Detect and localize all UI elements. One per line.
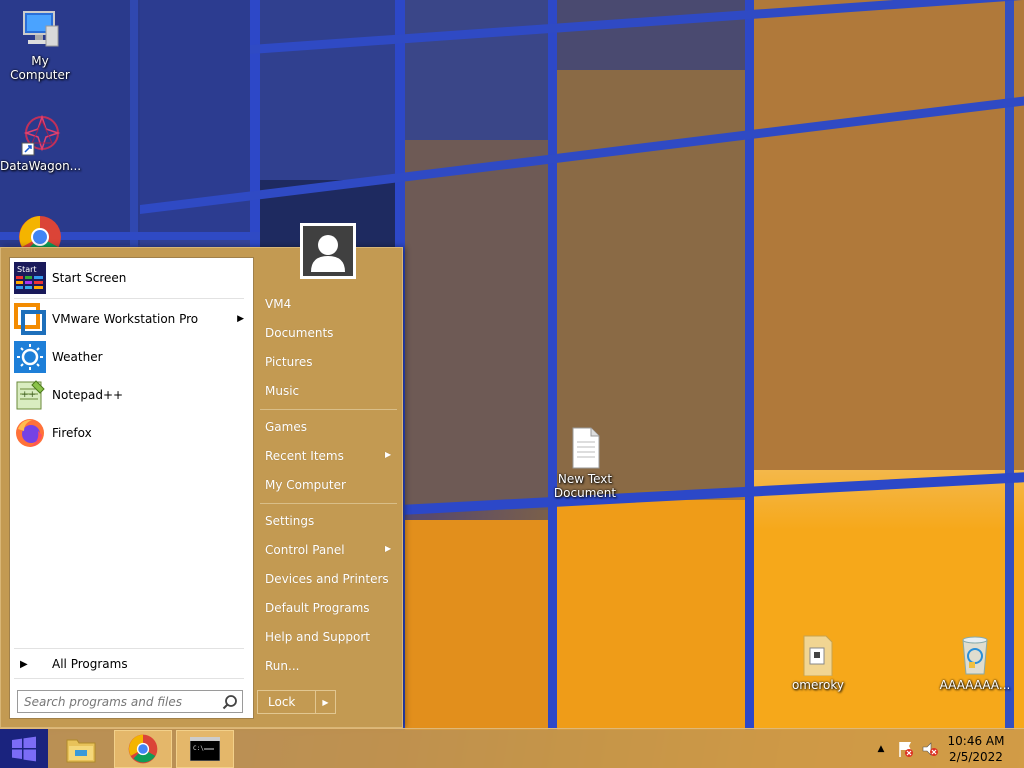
search-placeholder: Search programs and files	[24, 694, 182, 709]
text-file-icon	[563, 426, 607, 470]
clock-date: 2/5/2022	[949, 750, 1003, 764]
file-explorer-icon	[66, 739, 96, 763]
divider	[14, 648, 244, 649]
svg-text:Start: Start	[17, 265, 37, 274]
menu-item-run[interactable]: Run...	[265, 659, 299, 673]
desktop-icon-label: AAAAAAA...	[939, 678, 1011, 692]
menu-item-my-computer[interactable]: My Computer	[265, 478, 346, 492]
recycle-bin-icon	[953, 632, 997, 676]
taskbar-file-explorer[interactable]	[58, 730, 104, 768]
action-center-flag-icon[interactable]	[894, 730, 918, 768]
divider	[260, 503, 397, 504]
submenu-arrow-icon: ▶	[385, 450, 392, 459]
taskbar: C:\ ▲ 10:46 AM 2/5/2022	[0, 728, 1024, 768]
lock-label: Lock	[268, 695, 296, 709]
search-icon[interactable]	[222, 694, 238, 710]
taskbar-command-prompt[interactable]: C:\	[176, 730, 234, 768]
search-input[interactable]: Search programs and files	[17, 690, 243, 713]
program-firefox[interactable]: Firefox	[14, 415, 250, 451]
program-notepadpp[interactable]: ++ Notepad++	[14, 377, 250, 413]
folder-icon	[796, 632, 840, 677]
program-vmware-workstation-pro[interactable]: VMware Workstation Pro ▶	[14, 301, 250, 337]
program-weather[interactable]: Weather	[14, 339, 250, 375]
desktop-icon-chrome[interactable]	[0, 215, 80, 247]
divider	[14, 298, 244, 299]
desktop-icon-label: omeroky	[791, 678, 845, 692]
clock-time: 10:46 AM	[947, 734, 1005, 748]
all-programs-label: All Programs	[52, 657, 128, 671]
submenu-arrow-icon: ▶	[237, 314, 244, 324]
divider	[14, 678, 244, 679]
menu-item-games[interactable]: Games	[265, 420, 307, 434]
start-menu-programs-pane: Start Start Screen VMware Workstation Pr…	[9, 257, 254, 719]
program-label: Weather	[52, 350, 103, 364]
program-label: Notepad++	[52, 388, 124, 402]
desktop-icon-label: New Text Document	[553, 472, 617, 500]
submenu-arrow-icon: ▶	[385, 544, 392, 553]
menu-item-music[interactable]: Music	[265, 384, 299, 398]
vmware-icon	[14, 303, 46, 335]
desktop-icon-new-text-document[interactable]: New Text Document	[545, 426, 625, 500]
command-prompt-icon: C:\	[190, 737, 220, 761]
taskbar-chrome[interactable]	[114, 730, 172, 768]
notepadpp-icon: ++	[14, 379, 46, 411]
menu-item-recent-items[interactable]: Recent Items ▶	[265, 449, 395, 463]
user-avatar[interactable]	[300, 223, 356, 279]
datawagon-icon	[18, 113, 62, 157]
expand-arrow-icon: ▶	[20, 658, 28, 670]
divider	[260, 409, 397, 410]
menu-item-settings[interactable]: Settings	[265, 514, 314, 528]
start-screen-icon: Start	[14, 262, 46, 294]
weather-icon	[14, 341, 46, 373]
user-icon	[311, 235, 345, 272]
desktop-icon-recycle-bin[interactable]: AAAAAAA...	[935, 632, 1015, 692]
chrome-icon	[18, 215, 62, 247]
menu-item-control-panel[interactable]: Control Panel ▶	[265, 543, 395, 557]
menu-item-default-programs[interactable]: Default Programs	[265, 601, 370, 615]
windows-logo-icon	[12, 736, 36, 762]
power-options-arrow-icon[interactable]: ▶	[315, 691, 335, 713]
start-button[interactable]	[0, 729, 48, 768]
program-label: Start Screen	[52, 271, 127, 285]
desktop-icon-omeroky[interactable]: omeroky	[778, 632, 858, 692]
menu-item-documents[interactable]: Documents	[265, 326, 333, 340]
computer-icon	[18, 8, 62, 52]
chrome-icon	[128, 734, 158, 764]
all-programs-button[interactable]: ▶ All Programs	[14, 652, 250, 676]
svg-text:C:\: C:\	[193, 745, 204, 752]
volume-muted-icon[interactable]	[918, 730, 942, 768]
desktop-icon-my-computer[interactable]: My Computer	[0, 8, 80, 82]
lock-button[interactable]: Lock ▶	[257, 690, 336, 714]
menu-item-pictures[interactable]: Pictures	[265, 355, 313, 369]
desktop-icon-label: My Computer	[10, 54, 70, 82]
program-label: Firefox	[52, 426, 92, 440]
desktop-icon-datawagon[interactable]: DataWagon...	[0, 113, 82, 173]
menu-item-devices-and-printers[interactable]: Devices and Printers	[265, 572, 389, 586]
system-clock[interactable]: 10:46 AM 2/5/2022	[946, 733, 1006, 765]
desktop-icon-label: DataWagon...	[0, 159, 82, 173]
menu-item-vm4[interactable]: VM4	[265, 297, 291, 311]
menu-item-help-and-support[interactable]: Help and Support	[265, 630, 370, 644]
program-label: VMware Workstation Pro	[52, 312, 199, 326]
program-start-screen[interactable]: Start Start Screen	[14, 260, 250, 296]
svg-text:++: ++	[21, 390, 36, 400]
show-hidden-icons-button[interactable]: ▲	[872, 730, 890, 768]
firefox-icon	[14, 417, 46, 449]
